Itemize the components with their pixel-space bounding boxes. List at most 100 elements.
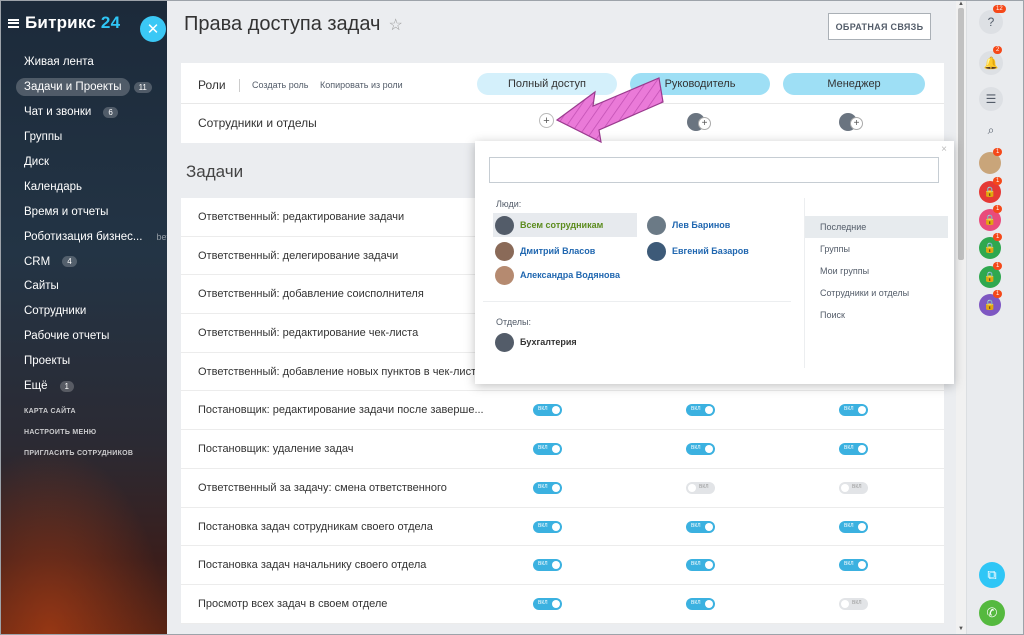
- member-lev-barinov[interactable]: Лев Баринов: [647, 213, 730, 237]
- logo[interactable]: Битрикс 24: [8, 13, 120, 33]
- scroll-up-icon[interactable]: ▲: [958, 1, 964, 7]
- member-alexandra-vodyanova[interactable]: Александра Водянова: [495, 263, 620, 287]
- configure-menu-link[interactable]: НАСТРОИТЬ МЕНЮ: [24, 429, 133, 450]
- close-icon[interactable]: ×: [941, 144, 947, 155]
- toggle-label: ВКЛ: [538, 599, 548, 606]
- permission-toggle[interactable]: ВКЛ: [686, 481, 715, 494]
- help-icon[interactable]: ? 12: [979, 5, 1006, 34]
- permission-label: Ответственный за задачу: смена ответстве…: [198, 481, 447, 494]
- toggle-label: ВКЛ: [538, 483, 548, 490]
- permission-toggle[interactable]: ВКЛ: [839, 404, 868, 417]
- permission-toggle[interactable]: ВКЛ: [839, 443, 868, 456]
- permission-toggle[interactable]: ВКЛ: [533, 520, 562, 533]
- member-evgeny-bazarov[interactable]: Евгений Базаров: [647, 239, 749, 263]
- sidebar-item-robots[interactable]: Роботизация бизнес...beta: [16, 224, 167, 249]
- department-accounting[interactable]: Бухгалтерия: [495, 330, 577, 354]
- sidebar-item-sites[interactable]: Сайты: [16, 274, 167, 299]
- sidebar-item-feed[interactable]: Живая лента: [16, 50, 167, 75]
- toggle-label: ВКЛ: [691, 561, 701, 568]
- avatar: [647, 215, 666, 235]
- staff-label: Сотрудники и отделы: [198, 116, 317, 130]
- sidebar-item-groups[interactable]: Группы: [16, 125, 167, 150]
- permission-toggle[interactable]: ВКЛ: [839, 559, 868, 572]
- member-selector-popup: × Люди: Всем сотрудникам Лев Баринов Дми…: [475, 141, 954, 384]
- permission-label: Постановка задач сотрудникам своего отде…: [198, 520, 433, 533]
- logo-name: Битрикс: [25, 13, 96, 32]
- lock-chat-icon[interactable]: 🔒 1: [979, 205, 1003, 231]
- member-all-employees[interactable]: Всем сотрудникам: [493, 213, 637, 237]
- lock-chat-icon[interactable]: 🔒 1: [979, 177, 1003, 203]
- permission-label: Просмотр всех задач в своем отделе: [198, 597, 388, 610]
- sidebar-item-projects[interactable]: Проекты: [16, 349, 167, 374]
- scrollbar[interactable]: ▲ ▼: [956, 0, 966, 635]
- lock-chat-icon[interactable]: 🔒 1: [979, 262, 1003, 288]
- group-avatar-icon: [495, 332, 514, 352]
- star-icon[interactable]: ☆: [388, 15, 402, 35]
- permission-toggle[interactable]: ВКЛ: [533, 597, 562, 610]
- lock-chat-icon[interactable]: 🔒 1: [979, 290, 1003, 316]
- sidebar-menu: Живая лента Задачи и Проекты 11 Чат и зво…: [16, 50, 167, 398]
- lock-chat-icon[interactable]: 🔒 1: [979, 233, 1003, 259]
- section-title: Задачи: [186, 162, 244, 181]
- sidebar-item-chat[interactable]: Чат и звонки 6: [16, 100, 167, 125]
- search-icon[interactable]: ⌕: [979, 118, 1003, 142]
- copy-role-link[interactable]: Копировать из роли: [320, 80, 403, 90]
- table-row: Постановка задач сотрудникам своего отде…: [181, 508, 944, 547]
- sidebar-item-more[interactable]: Ещё 1: [16, 374, 167, 399]
- feedback-button[interactable]: ОБРАТНАЯ СВЯЗЬ: [828, 13, 931, 40]
- permission-toggle[interactable]: ВКЛ: [839, 597, 868, 610]
- permission-toggle[interactable]: ВКЛ: [533, 404, 562, 417]
- permission-toggle[interactable]: ВКЛ: [839, 481, 868, 494]
- permission-toggle[interactable]: ВКЛ: [686, 443, 715, 456]
- annotation-arrow-icon: [555, 77, 664, 144]
- toggle-label: ВКЛ: [538, 406, 548, 413]
- permission-toggle[interactable]: ВКЛ: [686, 520, 715, 533]
- permission-toggle[interactable]: ВКЛ: [533, 443, 562, 456]
- permission-label: Ответственный: редактирование задачи: [198, 211, 405, 223]
- toggle-label: ВКЛ: [538, 445, 548, 452]
- add-user-button[interactable]: +: [839, 113, 863, 131]
- table-row: Постановщик: удаление задач ВКЛ ВКЛ ВКЛ: [181, 430, 944, 469]
- phone-icon[interactable]: ✆: [979, 600, 1005, 626]
- invite-employees-link[interactable]: ПРИГЛАСИТЬ СОТРУДНИКОВ: [24, 450, 133, 471]
- scroll-thumb[interactable]: [958, 8, 964, 260]
- avatar[interactable]: 1: [979, 148, 1003, 174]
- permission-toggle[interactable]: ВКЛ: [686, 559, 715, 572]
- count-badge: 2: [993, 46, 1003, 54]
- tab-my-groups[interactable]: Мои группы: [805, 260, 948, 282]
- add-user-button[interactable]: +: [687, 113, 711, 131]
- member-dmitry-vlasov[interactable]: Дмитрий Власов: [495, 239, 595, 263]
- tab-search[interactable]: Поиск: [805, 304, 948, 326]
- page-title: Права доступа задач: [184, 13, 381, 35]
- close-menu-icon[interactable]: ✕: [140, 16, 166, 42]
- create-role-link[interactable]: Создать роль: [252, 80, 308, 90]
- tab-groups[interactable]: Группы: [805, 238, 948, 260]
- permission-label: Ответственный: добавление соисполнителя: [198, 288, 424, 301]
- permission-toggle[interactable]: ВКЛ: [839, 520, 868, 533]
- sidebar-item-reports[interactable]: Рабочие отчеты: [16, 324, 167, 349]
- add-member-button[interactable]: +: [539, 113, 554, 128]
- sidebar-item-time[interactable]: Время и отчеты: [16, 199, 167, 224]
- count-badge: 4: [62, 256, 77, 268]
- sidebar-item-disk[interactable]: Диск: [16, 150, 167, 175]
- site-map-link[interactable]: КАРТА САЙТА: [24, 408, 133, 429]
- permission-toggle[interactable]: ВКЛ: [686, 597, 715, 610]
- hamburger-icon[interactable]: [8, 18, 19, 28]
- permission-toggle[interactable]: ВКЛ: [686, 404, 715, 417]
- avatar: [495, 265, 514, 285]
- sidebar-item-calendar[interactable]: Календарь: [16, 174, 167, 199]
- permission-toggle[interactable]: ВКЛ: [533, 481, 562, 494]
- chat-icon[interactable]: ☰: [979, 87, 1003, 111]
- scroll-down-icon[interactable]: ▼: [958, 626, 964, 632]
- role-supervisor[interactable]: Менеджер: [783, 73, 925, 95]
- roles-label: Роли: [198, 78, 226, 92]
- bell-icon[interactable]: 🔔 2: [979, 46, 1003, 75]
- search-input[interactable]: [489, 157, 939, 183]
- sidebar-item-crm[interactable]: CRM 4: [16, 249, 167, 274]
- tab-employees-departments[interactable]: Сотрудники и отделы: [805, 282, 948, 304]
- sidebar-item-tasks[interactable]: Задачи и Проекты 11: [16, 75, 167, 100]
- tab-recent[interactable]: Последние: [805, 216, 948, 238]
- contact-center-icon[interactable]: ⧉: [979, 562, 1005, 588]
- sidebar-item-employees[interactable]: Сотрудники: [16, 299, 167, 324]
- permission-toggle[interactable]: ВКЛ: [533, 559, 562, 572]
